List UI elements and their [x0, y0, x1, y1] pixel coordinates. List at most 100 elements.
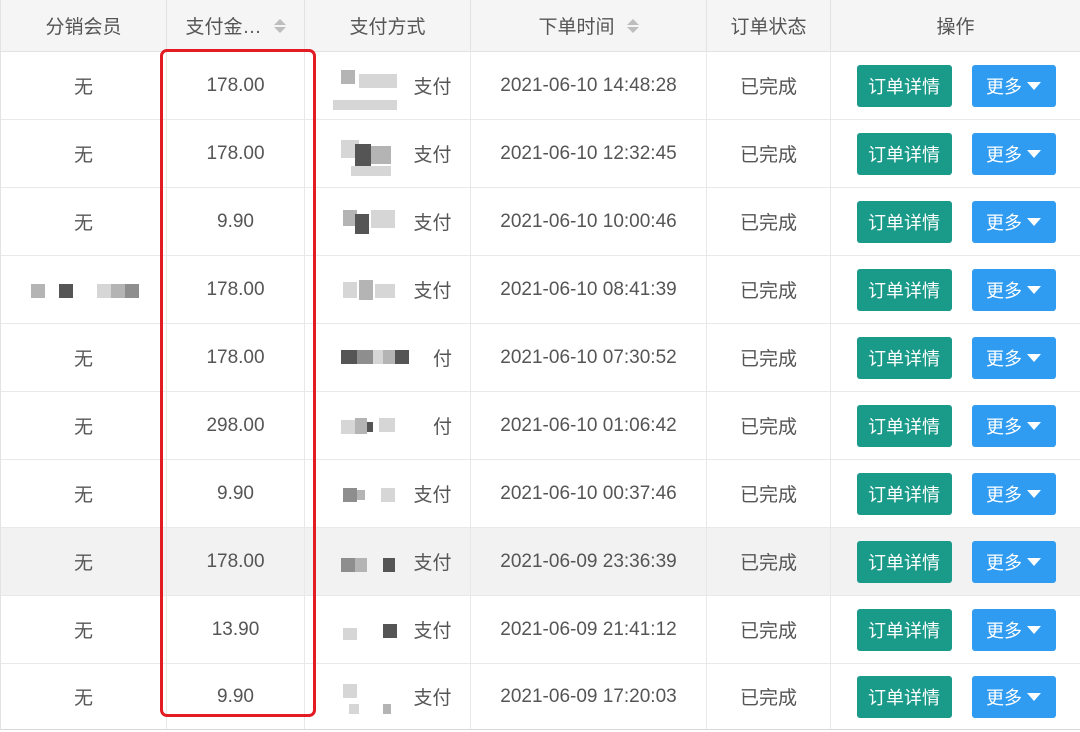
status-cell: 已完成 — [707, 188, 831, 255]
more-button[interactable]: 更多 — [971, 540, 1056, 583]
member-cell: 无 — [1, 392, 167, 459]
actions-cell: 订单详情 更多 — [831, 120, 1080, 187]
caret-down-icon — [1027, 285, 1041, 294]
actions-cell: 订单详情 更多 — [831, 392, 1080, 459]
more-button[interactable]: 更多 — [971, 336, 1056, 379]
actions-cell: 订单详情 更多 — [831, 52, 1080, 119]
more-button[interactable]: 更多 — [971, 64, 1056, 107]
more-label: 更多 — [986, 348, 1022, 369]
member-value: 无 — [73, 417, 93, 438]
status-value: 已完成 — [739, 417, 797, 438]
order-detail-button[interactable]: 订单详情 — [856, 268, 952, 311]
status-cell: 已完成 — [707, 664, 831, 729]
member-value: 无 — [73, 213, 93, 234]
method-value: 支付 — [413, 145, 452, 166]
order-detail-button[interactable]: 订单详情 — [856, 540, 952, 583]
method-cell: 支付 — [305, 188, 471, 255]
status-value: 已完成 — [739, 145, 797, 166]
order-detail-button[interactable]: 订单详情 — [856, 404, 952, 447]
order-detail-button[interactable]: 订单详情 — [856, 132, 952, 175]
status-value: 已完成 — [739, 688, 797, 709]
more-label: 更多 — [986, 416, 1022, 437]
caret-down-icon — [1027, 421, 1041, 430]
sort-icon[interactable] — [626, 18, 639, 33]
header-amount[interactable]: 支付金… — [167, 0, 305, 51]
time-cell: 2021-06-10 10:00:46 — [471, 188, 707, 255]
actions-cell: 订单详情 更多 — [831, 256, 1080, 323]
member-cell: 无 — [1, 120, 167, 187]
header-actions: 操作 — [831, 0, 1080, 51]
header-time[interactable]: 下单时间 — [471, 0, 707, 51]
time-cell: 2021-06-10 12:32:45 — [471, 120, 707, 187]
method-cell: 支付 — [305, 596, 471, 663]
method-value: 支付 — [413, 485, 452, 506]
time-cell: 2021-06-09 17:20:03 — [471, 664, 707, 729]
more-label: 更多 — [986, 144, 1022, 165]
more-label: 更多 — [986, 484, 1022, 505]
method-cell: 支付 — [305, 52, 471, 119]
header-method-label: 支付方式 — [349, 17, 426, 38]
more-button[interactable]: 更多 — [971, 608, 1056, 651]
order-detail-button[interactable]: 订单详情 — [856, 675, 952, 718]
header-method: 支付方式 — [305, 0, 471, 51]
header-time-label: 下单时间 — [538, 17, 615, 38]
order-detail-button[interactable]: 订单详情 — [856, 64, 952, 107]
more-button[interactable]: 更多 — [971, 268, 1056, 311]
status-cell: 已完成 — [707, 256, 831, 323]
status-cell: 已完成 — [707, 392, 831, 459]
member-cell: 无 — [1, 664, 167, 729]
member-value: 无 — [73, 553, 93, 574]
header-status-label: 订单状态 — [730, 17, 807, 38]
method-value: 支付 — [413, 621, 452, 642]
status-cell: 已完成 — [707, 528, 831, 595]
caret-down-icon — [1027, 353, 1041, 362]
method-value: 付 — [432, 417, 452, 438]
order-detail-button[interactable]: 订单详情 — [856, 608, 952, 651]
caret-down-icon — [1027, 489, 1041, 498]
more-button[interactable]: 更多 — [971, 404, 1056, 447]
member-cell: 无 — [1, 596, 167, 663]
time-value: 2021-06-10 07:30:52 — [500, 346, 677, 368]
order-detail-button[interactable]: 订单详情 — [856, 200, 952, 243]
time-value: 2021-06-09 17:20:03 — [500, 685, 677, 707]
order-detail-label: 订单详情 — [868, 484, 940, 505]
method-cell: 支付 — [305, 120, 471, 187]
status-value: 已完成 — [739, 553, 797, 574]
order-detail-button[interactable]: 订单详情 — [856, 336, 952, 379]
method-cell: 支付 — [305, 256, 471, 323]
status-value: 已完成 — [739, 213, 797, 234]
more-button[interactable]: 更多 — [971, 200, 1056, 243]
actions-cell: 订单详情 更多 — [831, 528, 1080, 595]
order-detail-label: 订单详情 — [868, 552, 940, 573]
more-button[interactable]: 更多 — [971, 675, 1056, 718]
header-member-label: 分销会员 — [45, 17, 122, 38]
time-value: 2021-06-10 08:41:39 — [500, 278, 677, 300]
sort-icon[interactable] — [273, 18, 286, 33]
order-detail-label: 订单详情 — [868, 280, 940, 301]
more-label: 更多 — [986, 76, 1022, 97]
caret-down-icon — [1027, 81, 1041, 90]
actions-cell: 订单详情 更多 — [831, 596, 1080, 663]
time-cell: 2021-06-09 21:41:12 — [471, 596, 707, 663]
member-value: 无 — [73, 688, 93, 709]
actions-cell: 订单详情 更多 — [831, 188, 1080, 255]
member-cell: 无 — [1, 460, 167, 527]
actions-cell: 订单详情 更多 — [831, 324, 1080, 391]
order-detail-label: 订单详情 — [868, 144, 940, 165]
status-value: 已完成 — [739, 349, 797, 370]
member-value: 无 — [73, 77, 93, 98]
member-cell: 无 — [1, 188, 167, 255]
time-value: 2021-06-10 00:37:46 — [500, 482, 677, 504]
method-value: 支付 — [413, 688, 452, 709]
order-detail-label: 订单详情 — [868, 687, 940, 708]
amount-highlight-box — [160, 49, 316, 717]
time-cell: 2021-06-10 08:41:39 — [471, 256, 707, 323]
method-cell: 付 — [305, 392, 471, 459]
order-detail-button[interactable]: 订单详情 — [856, 472, 952, 515]
actions-cell: 订单详情 更多 — [831, 664, 1080, 729]
order-detail-label: 订单详情 — [868, 348, 940, 369]
method-value: 支付 — [413, 77, 452, 98]
more-button[interactable]: 更多 — [971, 472, 1056, 515]
more-button[interactable]: 更多 — [971, 132, 1056, 175]
time-value: 2021-06-10 14:48:28 — [500, 74, 677, 96]
